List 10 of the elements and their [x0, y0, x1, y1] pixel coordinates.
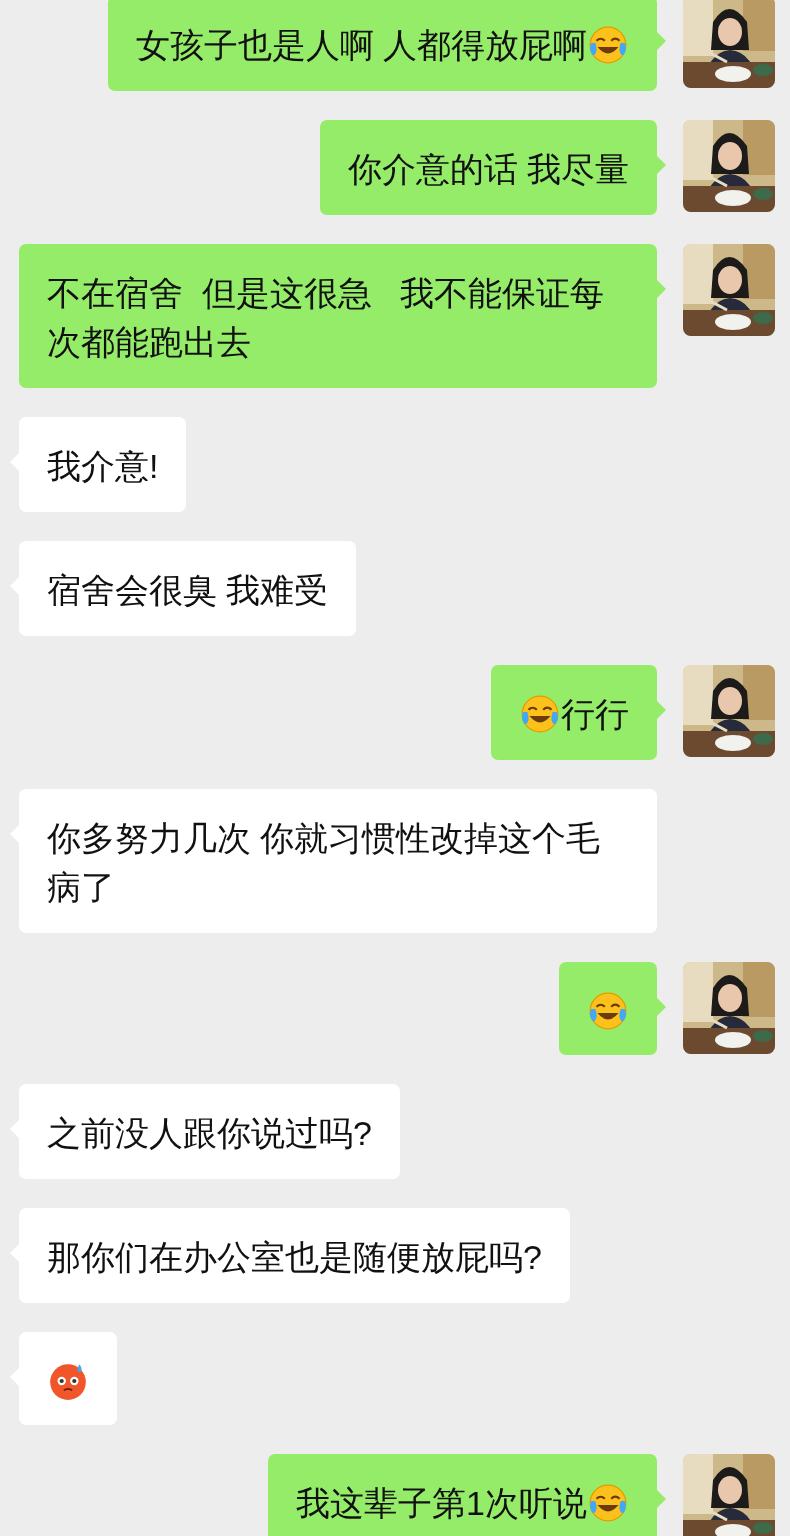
message-text: 你介意的话 我尽量 [347, 150, 629, 189]
message-text: 你多努力几次 你就习惯性改掉这个毛病了 [47, 819, 601, 907]
message-text: 宿舍会很臭 我难受 [47, 571, 329, 610]
message-text: 行行 [561, 695, 629, 734]
message-text: 女孩子也是人啊 人都得放屁啊 [135, 26, 587, 64]
message-text: 不在宿舍 但是这很急 我不能保证每次都能跑出去 [47, 274, 605, 362]
message-text: 我这辈子第1次听说 [296, 1484, 587, 1523]
message-text: 之前没人跟你说过吗? [47, 1114, 372, 1153]
message-text: 我介意! [47, 447, 159, 486]
message-text: 那你们在办公室也是随便放屁吗? [47, 1238, 542, 1277]
